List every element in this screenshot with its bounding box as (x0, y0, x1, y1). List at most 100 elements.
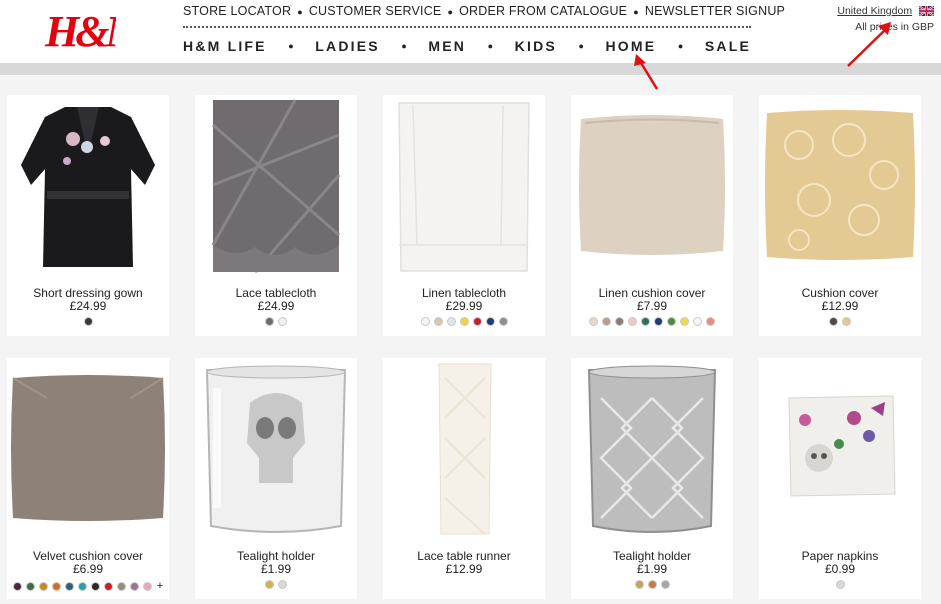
color-swatch[interactable] (589, 317, 598, 326)
color-swatch[interactable] (278, 317, 287, 326)
color-swatch[interactable] (265, 580, 274, 589)
color-swatches (195, 580, 357, 589)
product-card[interactable]: Paper napkins £0.99 (759, 358, 921, 599)
color-swatch[interactable] (129, 581, 139, 591)
product-image[interactable] (195, 95, 357, 285)
color-swatch[interactable] (64, 581, 74, 591)
color-swatch[interactable] (842, 317, 851, 326)
color-swatch[interactable] (660, 580, 670, 589)
nav-kids[interactable]: KIDS (515, 38, 557, 54)
product-card[interactable]: Tealight holder £1.99 (571, 358, 733, 599)
nav-hm-life[interactable]: H&M LIFE (183, 38, 267, 54)
color-swatch[interactable] (38, 581, 48, 591)
color-swatch[interactable] (602, 317, 611, 326)
product-name[interactable]: Cushion cover (759, 286, 921, 300)
nav-separator: ● (677, 41, 684, 51)
product-card[interactable]: Linen tablecloth £29.99 (383, 95, 545, 336)
product-name[interactable]: Lace tablecloth (195, 286, 357, 300)
color-swatch[interactable] (142, 581, 152, 591)
color-swatch[interactable] (641, 317, 650, 326)
nav-separator: ● (633, 7, 639, 17)
nav-separator: ● (297, 7, 303, 17)
color-swatch[interactable] (12, 581, 22, 591)
product-name[interactable]: Tealight holder (571, 549, 733, 563)
color-swatch[interactable] (278, 580, 287, 589)
utility-nav: STORE LOCATOR ● CUSTOMER SERVICE ● ORDER… (183, 4, 785, 28)
uk-flag-icon[interactable] (919, 6, 934, 17)
color-swatch[interactable] (485, 317, 495, 326)
product-image[interactable] (571, 358, 733, 548)
product-card[interactable]: Velvet cushion cover £6.99 + (7, 358, 169, 599)
color-swatch[interactable] (103, 581, 113, 591)
product-image[interactable] (7, 358, 169, 548)
product-price: £24.99 (69, 299, 107, 313)
nav-separator: ● (487, 41, 494, 51)
newsletter-signup-link[interactable]: NEWSLETTER SIGNUP (645, 4, 785, 18)
product-image[interactable] (195, 358, 357, 548)
color-swatch[interactable] (835, 580, 845, 589)
header-divider-band (0, 63, 941, 75)
color-swatch[interactable] (693, 317, 702, 326)
product-card[interactable]: Lace tablecloth £24.99 (195, 95, 357, 336)
color-swatch[interactable] (628, 317, 637, 326)
product-price: £12.99 (821, 299, 859, 313)
color-swatch[interactable] (51, 581, 61, 591)
product-card[interactable]: Lace table runner £12.99 (383, 358, 545, 599)
color-swatch[interactable] (25, 581, 35, 591)
color-swatch[interactable] (90, 581, 100, 591)
product-name[interactable]: Linen cushion cover (571, 286, 733, 300)
more-colors-button[interactable]: + (157, 580, 163, 592)
color-swatch[interactable] (667, 317, 676, 326)
color-swatch[interactable] (433, 317, 443, 326)
annotation-arrow-country (847, 22, 891, 67)
color-swatches: + (7, 580, 169, 592)
color-swatch[interactable] (706, 317, 715, 326)
color-swatch[interactable] (680, 317, 689, 326)
product-name[interactable]: Velvet cushion cover (7, 549, 169, 563)
country-link[interactable]: United Kingdom (837, 5, 912, 17)
color-swatch[interactable] (615, 317, 624, 326)
store-locator-link[interactable]: STORE LOCATOR (183, 4, 291, 18)
color-swatch[interactable] (829, 317, 838, 326)
product-card[interactable]: Linen cushion cover £7.99 (571, 95, 733, 336)
product-price: £1.99 (260, 562, 292, 576)
color-swatch[interactable] (83, 317, 93, 326)
product-name[interactable]: Paper napkins (759, 549, 921, 563)
product-image[interactable] (759, 358, 921, 548)
product-image[interactable] (7, 95, 169, 285)
nav-ladies[interactable]: LADIES (315, 38, 380, 54)
product-name[interactable]: Short dressing gown (7, 286, 169, 300)
color-swatch[interactable] (472, 317, 482, 326)
color-swatches (195, 317, 357, 326)
nav-men[interactable]: MEN (428, 38, 466, 54)
product-name[interactable]: Linen tablecloth (383, 286, 545, 300)
product-card[interactable]: Cushion cover £12.99 (759, 95, 921, 336)
color-swatch[interactable] (459, 317, 469, 326)
customer-service-link[interactable]: CUSTOMER SERVICE (309, 4, 442, 18)
product-name[interactable]: Lace table runner (383, 549, 545, 563)
site-header: H&M STORE LOCATOR ● CUSTOMER SERVICE ● O… (0, 0, 941, 63)
product-card[interactable]: Short dressing gown £24.99 (7, 95, 169, 336)
product-image[interactable] (759, 95, 921, 285)
color-swatches (571, 317, 733, 326)
annotation-arrow-home (634, 54, 659, 90)
hm-logo[interactable]: H&M (44, 6, 116, 54)
color-swatch[interactable] (116, 581, 126, 591)
product-name[interactable]: Tealight holder (195, 549, 357, 563)
color-swatch[interactable] (647, 580, 657, 589)
product-price: £6.99 (72, 562, 104, 576)
product-image[interactable] (383, 358, 545, 548)
color-swatch[interactable] (420, 317, 430, 326)
product-image[interactable] (383, 95, 545, 285)
color-swatch[interactable] (265, 317, 274, 326)
color-swatch[interactable] (634, 580, 644, 589)
color-swatch[interactable] (654, 317, 663, 326)
nav-sale[interactable]: SALE (705, 38, 751, 54)
product-card[interactable]: Tealight holder £1.99 (195, 358, 357, 599)
color-swatch[interactable] (77, 581, 87, 591)
color-swatch[interactable] (498, 317, 508, 326)
order-from-catalogue-link[interactable]: ORDER FROM CATALOGUE (459, 4, 627, 18)
color-swatch[interactable] (446, 317, 456, 326)
product-image[interactable] (571, 95, 733, 285)
color-swatches (7, 317, 169, 326)
